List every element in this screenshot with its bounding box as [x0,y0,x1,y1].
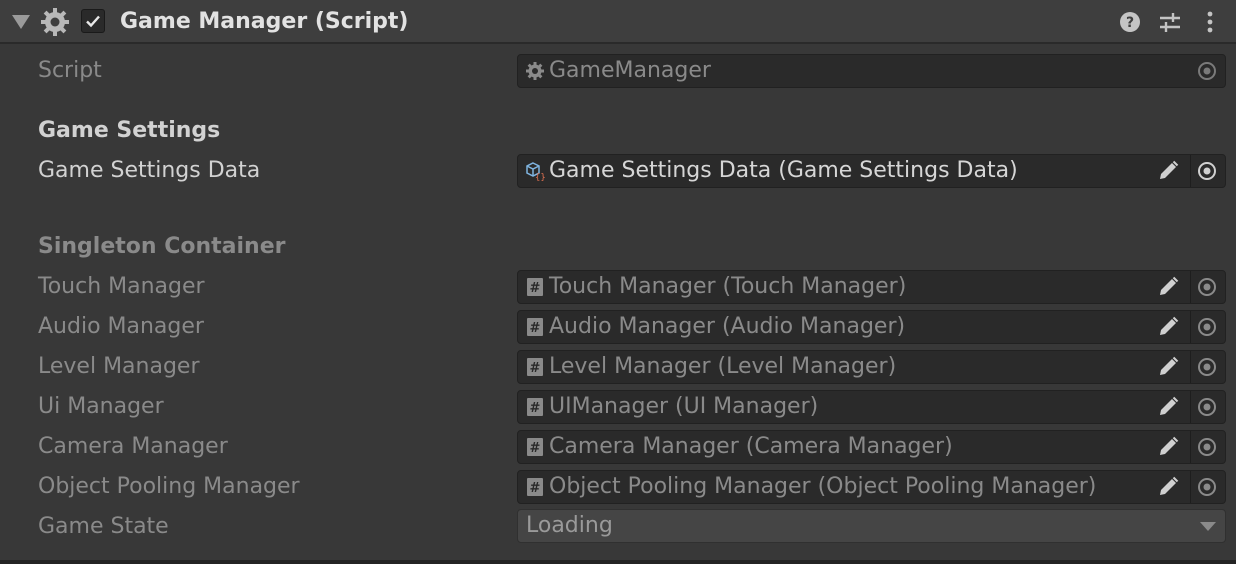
foldout-arrow-icon[interactable] [12,15,30,29]
svg-text:?: ? [1126,15,1134,31]
field-separator [1190,155,1191,187]
checkmark-icon [86,15,100,28]
cs-script-icon: # [527,278,543,296]
script-gear-icon [526,62,544,80]
singleton-row-field[interactable]: # Level Manager (Level Manager) [517,350,1226,384]
singleton-row-value: Level Manager (Level Manager) [549,354,897,379]
singleton-row-value: UIManager (UI Manager) [549,394,819,419]
pencil-icon[interactable] [1156,355,1180,379]
svg-text:{}: {} [535,173,545,181]
cs-script-icon: # [527,478,543,496]
dropdown-arrow-icon [1200,522,1216,531]
singleton-row-value: Object Pooling Manager (Object Pooling M… [549,474,1097,499]
field-separator [1190,431,1191,463]
singleton-row-label: Camera Manager [38,434,228,459]
object-picker-icon[interactable] [1196,276,1218,298]
svg-text:#: # [530,401,541,416]
field-separator [1190,271,1191,303]
singleton-row-label: Object Pooling Manager [38,474,300,499]
script-gear-icon [41,8,69,36]
game-settings-header: Game Settings [38,118,221,143]
svg-text:#: # [530,321,541,336]
singleton-container-header: Singleton Container [38,234,286,259]
script-label: Script [38,58,102,83]
singleton-row-value: Camera Manager (Camera Manager) [549,434,953,459]
pencil-icon[interactable] [1156,435,1180,459]
cs-script-icon: # [527,358,543,376]
singleton-row-field[interactable]: # UIManager (UI Manager) [517,390,1226,424]
pencil-icon[interactable] [1156,475,1180,499]
singleton-row-label: Level Manager [38,354,200,379]
singleton-row-field[interactable]: # Touch Manager (Touch Manager) [517,270,1226,304]
svg-text:#: # [530,281,541,296]
field-separator [1190,391,1191,423]
kebab-menu-icon[interactable] [1198,10,1222,34]
pencil-icon[interactable] [1156,159,1180,183]
cs-script-icon: # [527,318,543,336]
svg-text:#: # [530,441,541,456]
field-separator [1190,311,1191,343]
object-picker-icon[interactable] [1196,316,1218,338]
script-value: GameManager [549,58,711,83]
help-icon[interactable]: ? [1118,10,1142,34]
cs-script-icon: # [527,438,543,456]
singleton-row-value: Touch Manager (Touch Manager) [549,274,907,299]
preset-sliders-icon[interactable] [1158,10,1182,34]
game-settings-data-value: Game Settings Data (Game Settings Data) [549,158,1018,183]
object-picker-icon[interactable] [1196,436,1218,458]
component-enabled-checkbox[interactable] [81,9,105,33]
pencil-icon[interactable] [1156,395,1180,419]
pencil-icon[interactable] [1156,315,1180,339]
singleton-row-label: Ui Manager [38,394,164,419]
game-state-label: Game State [38,514,169,539]
svg-text:#: # [530,361,541,376]
game-state-dropdown[interactable]: Loading [517,509,1226,543]
object-picker-icon[interactable] [1196,396,1218,418]
inspector-bottom-border [0,560,1236,564]
singleton-row-value: Audio Manager (Audio Manager) [549,314,906,339]
field-separator [1190,471,1191,503]
cs-script-icon: # [527,398,543,416]
game-settings-data-field[interactable]: {} Game Settings Data (Game Settings Dat… [517,154,1226,188]
pencil-icon[interactable] [1156,275,1180,299]
singleton-row-label: Audio Manager [38,314,204,339]
singleton-row-field[interactable]: # Object Pooling Manager (Object Pooling … [517,470,1226,504]
field-separator [1190,351,1191,383]
singleton-row-label: Touch Manager [38,274,205,299]
object-picker-icon[interactable] [1196,476,1218,498]
svg-text:#: # [530,481,541,496]
component-title: Game Manager (Script) [120,9,409,34]
script-field: GameManager [517,54,1226,88]
game-state-value: Loading [526,513,613,538]
singleton-row-field[interactable]: # Camera Manager (Camera Manager) [517,430,1226,464]
singleton-row-field[interactable]: # Audio Manager (Audio Manager) [517,310,1226,344]
object-picker-icon[interactable] [1196,160,1218,182]
object-picker-icon[interactable] [1196,356,1218,378]
scriptable-object-icon: {} [526,162,545,181]
game-settings-data-label: Game Settings Data [38,158,261,183]
object-picker-icon[interactable] [1196,60,1218,82]
component-header[interactable]: Game Manager (Script) ? [0,0,1236,44]
